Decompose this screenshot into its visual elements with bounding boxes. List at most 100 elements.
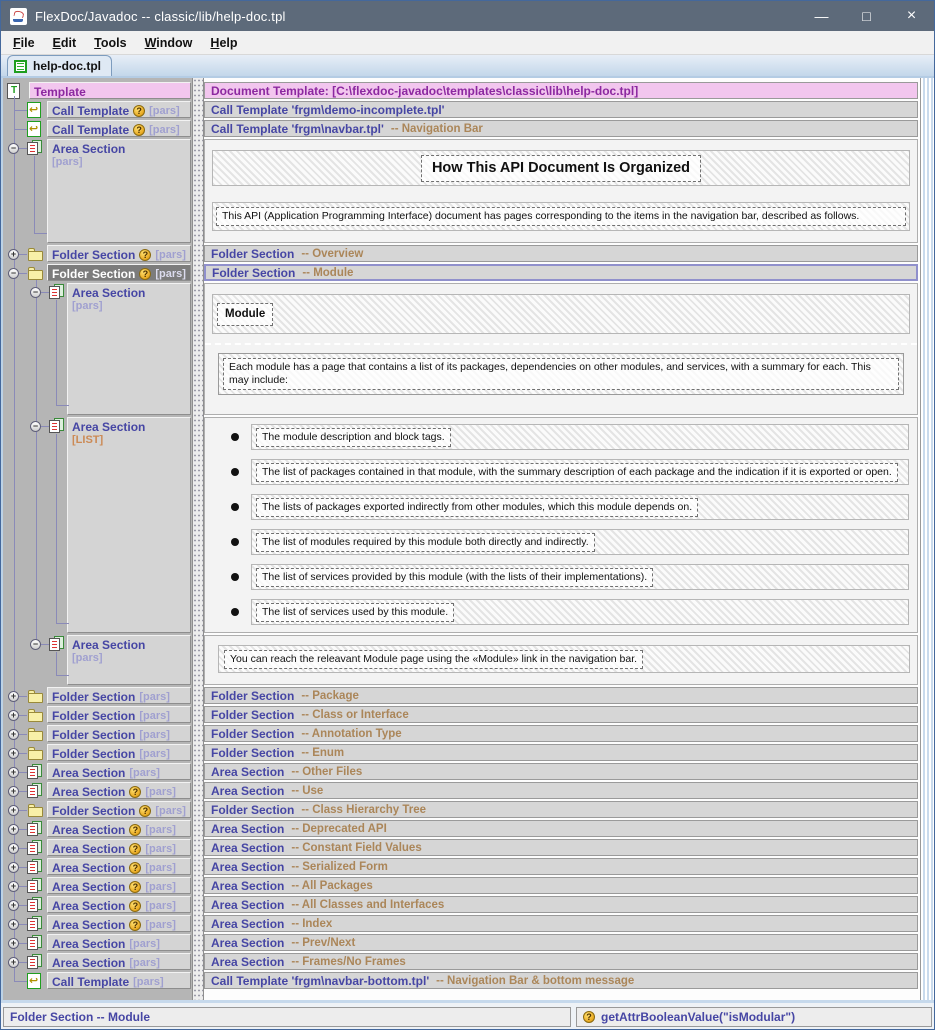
section-header-row-13[interactable]: Area Section-- Other Files bbox=[204, 763, 918, 780]
section-header-row-15[interactable]: Folder Section-- Class Hierarchy Tree bbox=[204, 801, 918, 818]
tree-node-label[interactable]: Area Section[pars] bbox=[47, 953, 191, 970]
expand-plus-icon[interactable]: + bbox=[8, 805, 19, 816]
tree-node-area-section-18[interactable]: + Area Section?[pars] bbox=[3, 858, 192, 875]
section-header-row-0[interactable]: Document Template: [C:\flexdoc-javadoc\t… bbox=[204, 82, 918, 99]
tree-node-label[interactable]: Area Section[LIST] bbox=[67, 417, 191, 633]
expand-plus-icon[interactable]: + bbox=[8, 767, 19, 778]
tree-node-template-0[interactable]: Template bbox=[3, 82, 192, 99]
tree-node-label[interactable]: Area Section[pars] bbox=[47, 934, 191, 951]
collapse-minus-icon[interactable]: − bbox=[8, 268, 19, 279]
expand-plus-icon[interactable]: + bbox=[8, 729, 19, 740]
tree-node-folder-section-15[interactable]: + Folder Section?[pars] bbox=[3, 801, 192, 818]
tree-node-area-section-6[interactable]: − Area Section[pars] bbox=[3, 283, 192, 415]
tree-node-area-section-21[interactable]: + Area Section?[pars] bbox=[3, 915, 192, 932]
tree-node-label[interactable]: Area Section?[pars] bbox=[47, 915, 191, 932]
template-text-element[interactable]: The list of services provided by this mo… bbox=[256, 568, 653, 587]
template-text-element[interactable]: Module bbox=[217, 303, 273, 326]
section-header-row-18[interactable]: Area Section-- Serialized Form bbox=[204, 858, 918, 875]
expand-plus-icon[interactable]: + bbox=[8, 938, 19, 949]
tree-node-area-section-22[interactable]: + Area Section[pars] bbox=[3, 934, 192, 951]
vertical-scrollbar[interactable] bbox=[920, 78, 934, 1000]
section-header-row-24[interactable]: Call Template 'frgm\navbar-bottom.tpl'--… bbox=[204, 972, 918, 989]
tree-node-area-section-14[interactable]: + Area Section?[pars] bbox=[3, 782, 192, 799]
tree-node-folder-section-11[interactable]: + Folder Section[pars] bbox=[3, 725, 192, 742]
expand-plus-icon[interactable]: + bbox=[8, 249, 19, 260]
tree-node-label[interactable]: Folder Section[pars] bbox=[47, 725, 191, 742]
tree-node-label[interactable]: Area Section?[pars] bbox=[47, 858, 191, 875]
tree-node-label[interactable]: Folder Section?[pars] bbox=[47, 264, 191, 281]
menu-item-file[interactable]: File bbox=[4, 33, 44, 53]
menu-item-tools[interactable]: Tools bbox=[85, 33, 135, 53]
section-header-row-2[interactable]: Call Template 'frgm\navbar.tpl'-- Naviga… bbox=[204, 120, 918, 137]
tree-node-folder-section-4[interactable]: +Folder Section?[pars] bbox=[3, 245, 192, 262]
expand-plus-icon[interactable]: + bbox=[8, 691, 19, 702]
section-header-row-11[interactable]: Folder Section-- Annotation Type bbox=[204, 725, 918, 742]
tree-node-label[interactable]: Area Section[pars] bbox=[67, 635, 191, 685]
tab-help-doc[interactable]: help-doc.tpl bbox=[7, 55, 112, 76]
section-header-row-22[interactable]: Area Section-- Prev/Next bbox=[204, 934, 918, 951]
tree-node-folder-section-5[interactable]: − Folder Section?[pars] bbox=[3, 264, 192, 281]
template-text-element[interactable]: The lists of packages exported indirectl… bbox=[256, 498, 698, 517]
tree-node-label[interactable]: Call Template?[pars] bbox=[47, 101, 191, 118]
collapse-minus-icon[interactable]: − bbox=[30, 639, 41, 650]
section-header-row-16[interactable]: Area Section-- Deprecated API bbox=[204, 820, 918, 837]
expand-plus-icon[interactable]: + bbox=[8, 919, 19, 930]
tree-node-area-section-17[interactable]: +Area Section?[pars] bbox=[3, 839, 192, 856]
tree-node-label[interactable]: Area Section?[pars] bbox=[47, 782, 191, 799]
tree-node-area-section-8[interactable]: − Area Section[pars] bbox=[3, 635, 192, 685]
tree-node-call-template-2[interactable]: Call Template?[pars] bbox=[3, 120, 192, 137]
collapse-minus-icon[interactable]: − bbox=[8, 143, 19, 154]
tree-node-call-template-24[interactable]: Call Template[pars] bbox=[3, 972, 192, 989]
expand-plus-icon[interactable]: + bbox=[8, 862, 19, 873]
section-header-row-20[interactable]: Area Section-- All Classes and Interface… bbox=[204, 896, 918, 913]
section-header-row-19[interactable]: Area Section-- All Packages bbox=[204, 877, 918, 894]
tree-node-folder-section-9[interactable]: + Folder Section[pars] bbox=[3, 687, 192, 704]
collapse-minus-icon[interactable]: − bbox=[30, 287, 41, 298]
tree-node-label[interactable]: Call Template[pars] bbox=[47, 972, 191, 989]
maximize-button[interactable]: □ bbox=[844, 1, 889, 31]
tree-node-folder-section-12[interactable]: + Folder Section[pars] bbox=[3, 744, 192, 761]
tree-node-area-section-7[interactable]: − Area Section[LIST] bbox=[3, 417, 192, 633]
tree-node-area-section-23[interactable]: + Area Section[pars] bbox=[3, 953, 192, 970]
expand-plus-icon[interactable]: + bbox=[8, 748, 19, 759]
collapse-minus-icon[interactable]: − bbox=[30, 421, 41, 432]
tree-node-label[interactable]: Area Section[pars] bbox=[67, 283, 191, 415]
tree-node-label[interactable]: Area Section[pars] bbox=[47, 139, 191, 243]
section-header-row-10[interactable]: Folder Section-- Class or Interface bbox=[204, 706, 918, 723]
template-text-element[interactable]: The list of packages contained in that m… bbox=[256, 463, 898, 482]
section-header-row-21[interactable]: Area Section-- Index bbox=[204, 915, 918, 932]
template-text-element[interactable]: The list of modules required by this mod… bbox=[256, 533, 595, 552]
tree-node-area-section-13[interactable]: +Area Section[pars] bbox=[3, 763, 192, 780]
tree-node-area-section-3[interactable]: − Area Section[pars] bbox=[3, 139, 192, 243]
split-divider[interactable] bbox=[192, 78, 204, 1000]
template-text-element[interactable]: The module description and block tags. bbox=[256, 428, 451, 447]
section-header-row-17[interactable]: Area Section-- Constant Field Values bbox=[204, 839, 918, 856]
section-header-row-9[interactable]: Folder Section-- Package bbox=[204, 687, 918, 704]
tree-node-label[interactable]: Folder Section[pars] bbox=[47, 687, 191, 704]
section-header-row-23[interactable]: Area Section-- Frames/No Frames bbox=[204, 953, 918, 970]
expand-plus-icon[interactable]: + bbox=[8, 786, 19, 797]
template-text-element[interactable]: How This API Document Is Organized bbox=[421, 155, 701, 182]
template-text-element[interactable]: The list of services used by this module… bbox=[256, 603, 454, 622]
menu-item-edit[interactable]: Edit bbox=[44, 33, 86, 53]
section-header-row-12[interactable]: Folder Section-- Enum bbox=[204, 744, 918, 761]
template-text-element[interactable]: You can reach the releavant Module page … bbox=[224, 650, 643, 669]
tree-node-area-section-20[interactable]: +Area Section?[pars] bbox=[3, 896, 192, 913]
tree-node-label[interactable]: Folder Section[pars] bbox=[47, 706, 191, 723]
tree-node-label[interactable]: Folder Section?[pars] bbox=[47, 801, 191, 818]
section-header-row-5[interactable]: Folder Section-- Module bbox=[204, 264, 918, 281]
close-button[interactable]: × bbox=[889, 1, 934, 31]
expand-plus-icon[interactable]: + bbox=[8, 710, 19, 721]
tree-node-label[interactable]: Folder Section[pars] bbox=[47, 744, 191, 761]
tree-node-label[interactable]: Area Section?[pars] bbox=[47, 820, 191, 837]
expand-plus-icon[interactable]: + bbox=[8, 824, 19, 835]
section-header-row-4[interactable]: Folder Section-- Overview bbox=[204, 245, 918, 262]
tree-node-area-section-16[interactable]: + Area Section?[pars] bbox=[3, 820, 192, 837]
menu-item-help[interactable]: Help bbox=[201, 33, 246, 53]
tree-node-folder-section-10[interactable]: + Folder Section[pars] bbox=[3, 706, 192, 723]
expand-plus-icon[interactable]: + bbox=[8, 843, 19, 854]
section-header-row-1[interactable]: Call Template 'frgm\demo-incomplete.tpl' bbox=[204, 101, 918, 118]
menu-item-window[interactable]: Window bbox=[136, 33, 202, 53]
expand-plus-icon[interactable]: + bbox=[8, 957, 19, 968]
tree-node-label[interactable]: Area Section?[pars] bbox=[47, 896, 191, 913]
